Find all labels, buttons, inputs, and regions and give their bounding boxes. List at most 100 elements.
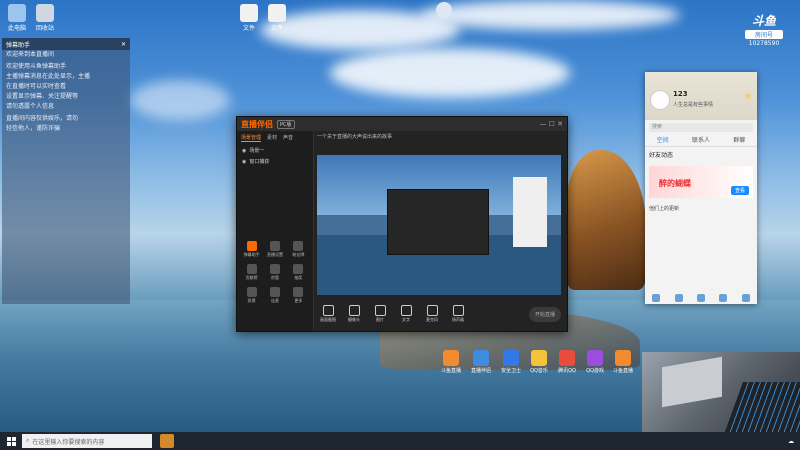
- qq-banner[interactable]: 醉的蝴蝶 查看: [649, 166, 753, 198]
- tool-badge[interactable]: 粉丝牌: [288, 241, 309, 258]
- taskbar-app[interactable]: [160, 434, 174, 448]
- tab-material[interactable]: 素材: [267, 134, 277, 142]
- tool-gift[interactable]: 抽奖: [288, 264, 309, 281]
- windows-icon: [6, 436, 16, 446]
- qq-signature: 人生总是有些事情: [673, 102, 714, 108]
- danmu-chat-panel[interactable]: 弹幕助手 ✕ 欢迎来到本直播间 欢迎使用斗鱼弹幕助手 主播弹幕消息在此处显示，主…: [2, 38, 130, 304]
- app-label: 斗鱼直播: [612, 368, 633, 374]
- tool-speaker[interactable]: 扬声器: [447, 305, 469, 323]
- qq-panel[interactable]: 123 人生总是有些事情 ☀ 搜索 空间 联系人 群聊 好友动态 醉的蝴蝶 查看…: [645, 72, 757, 304]
- chat-line: 设置显示弹幕、关注提醒等: [6, 93, 79, 100]
- vote-icon: [246, 287, 257, 297]
- cloud: [330, 48, 570, 98]
- chat-line: 直播间内容仅供娱乐，请勿: [6, 115, 79, 122]
- screenshot-icon: [322, 305, 334, 316]
- computer-icon: [8, 4, 26, 22]
- cloud-icon[interactable]: ☁: [788, 438, 794, 445]
- qq-username: 123: [673, 90, 688, 98]
- file-icon: [240, 4, 258, 22]
- qzone-icon[interactable]: [674, 294, 683, 302]
- start-live-button[interactable]: 开始直播: [528, 306, 561, 322]
- banner-button[interactable]: 查看: [730, 186, 749, 195]
- tab-contacts[interactable]: 联系人: [692, 135, 710, 144]
- keyboard-image: [721, 382, 800, 434]
- scene-item[interactable]: ◉ 场景一: [237, 145, 313, 156]
- desktop-app-icon[interactable]: 斗鱼直播: [440, 350, 462, 374]
- desktop-app-icon[interactable]: QQ音乐: [528, 350, 550, 374]
- app-label: 直播伴侣: [470, 368, 491, 374]
- tool-rank[interactable]: 贡献榜: [241, 264, 262, 281]
- tool-admin[interactable]: 房管: [264, 264, 285, 281]
- tool-vote[interactable]: 投票: [241, 287, 262, 304]
- text-icon: [400, 305, 412, 316]
- start-button[interactable]: [0, 432, 22, 450]
- bottom-toolbar: 画面截图 摄像头 图片 文字 麦克风 扬声器 开始直播: [317, 301, 561, 327]
- stream-title: 一个关于直播的大声说出来的故事: [317, 134, 393, 140]
- eye-icon[interactable]: ◉: [242, 148, 246, 154]
- app-label: 斗鱼直播: [440, 368, 461, 374]
- tool-link[interactable]: 连麦: [264, 287, 285, 304]
- desktop-app-icon[interactable]: QQ游戏: [584, 350, 606, 374]
- file-icon: [268, 4, 286, 22]
- avatar[interactable]: [650, 90, 670, 110]
- close-icon[interactable]: ✕: [121, 41, 126, 48]
- tab-sound[interactable]: 声音: [283, 134, 293, 142]
- tab-groups[interactable]: 群聊: [733, 135, 745, 144]
- window-controls[interactable]: — ☐ ✕: [539, 120, 563, 128]
- tool-camera[interactable]: 摄像头: [343, 305, 365, 323]
- desktop-app-icon[interactable]: 直播伴侣: [470, 350, 492, 374]
- nested-qq-panel: [513, 177, 547, 247]
- taskbar: ⌕ 在这里输入你要搜索的内容 ☁: [0, 432, 800, 450]
- chat-line: 主播弹幕消息在此处显示，主播: [6, 73, 91, 80]
- scene-item[interactable]: ◉ 窗口捕获: [237, 156, 313, 167]
- desktop-icon[interactable]: 回收站: [32, 4, 58, 32]
- tool-image[interactable]: 图片: [369, 305, 391, 323]
- admin-icon: [269, 264, 280, 274]
- file-icon[interactable]: [719, 294, 728, 302]
- chat-line: 在直播时可以实时查看: [6, 83, 67, 90]
- eye-icon[interactable]: ◉: [242, 159, 246, 165]
- desktop-app-icon[interactable]: 斗鱼直播: [612, 350, 634, 374]
- link-icon: [269, 287, 280, 297]
- tool-screenshot[interactable]: 画面截图: [317, 305, 339, 323]
- tool-more[interactable]: 更多: [288, 287, 309, 304]
- tool-text[interactable]: 文字: [395, 305, 417, 323]
- desktop-icon[interactable]: 此电脑: [4, 4, 30, 32]
- desktop-app-icon[interactable]: 腾讯QQ: [556, 350, 578, 374]
- chat-line: 轻信他人，谨防诈骗: [6, 125, 61, 132]
- weather-icon: ☀: [743, 90, 753, 103]
- desk-surface: [662, 356, 722, 408]
- desktop-icon-label: 文件: [242, 25, 255, 32]
- scene-item-label: 场景一: [249, 148, 265, 154]
- desktop-icon[interactable]: 文件: [264, 4, 290, 32]
- streaming-app-window[interactable]: 直播伴侣 PC版 — ☐ ✕ 场景管理 素材 声音 ◉ 场景一 ◉ 窗口捕获 弹…: [236, 116, 568, 332]
- tool-label: 摄像头: [348, 317, 360, 322]
- tool-mic[interactable]: 麦克风: [421, 305, 443, 323]
- tool-settings[interactable]: 直播设置: [264, 241, 285, 258]
- chat-panel-title: 弹幕助手: [6, 41, 31, 49]
- stream-info-bar: 一个关于直播的大声说出来的故事: [317, 133, 561, 153]
- douyu-room-badge: 斗鱼 房间号 10278590: [741, 12, 787, 47]
- menu-icon[interactable]: [652, 294, 661, 302]
- tool-danmu[interactable]: 弹幕助手: [241, 241, 262, 258]
- badge-icon: [293, 241, 304, 251]
- tab-scene[interactable]: 场景管理: [241, 134, 262, 142]
- scene-item-label: 窗口捕获: [249, 159, 270, 165]
- live-companion-icon: [473, 350, 489, 366]
- taskbar-search-input[interactable]: ⌕ 在这里输入你要搜索的内容: [22, 434, 152, 448]
- douyu-icon: [443, 350, 459, 366]
- more-icon: [293, 287, 304, 297]
- desktop-app-icon[interactable]: 安全卫士: [500, 350, 522, 374]
- qq-search-input[interactable]: 搜索: [649, 123, 753, 132]
- mail-icon[interactable]: [696, 294, 705, 302]
- banner-text: 醉的蝴蝶: [659, 179, 691, 188]
- app-icon[interactable]: [741, 294, 750, 302]
- qq-game-icon: [587, 350, 603, 366]
- tab-space[interactable]: 空间: [657, 135, 669, 144]
- rock-formation: [566, 150, 646, 290]
- qq-profile-header: 123 人生总是有些事情 ☀: [645, 72, 757, 120]
- rank-icon: [246, 264, 257, 274]
- stream-preview[interactable]: [317, 155, 561, 295]
- shortcut-icon[interactable]: [436, 2, 452, 18]
- desktop-icon[interactable]: 文件: [236, 4, 262, 32]
